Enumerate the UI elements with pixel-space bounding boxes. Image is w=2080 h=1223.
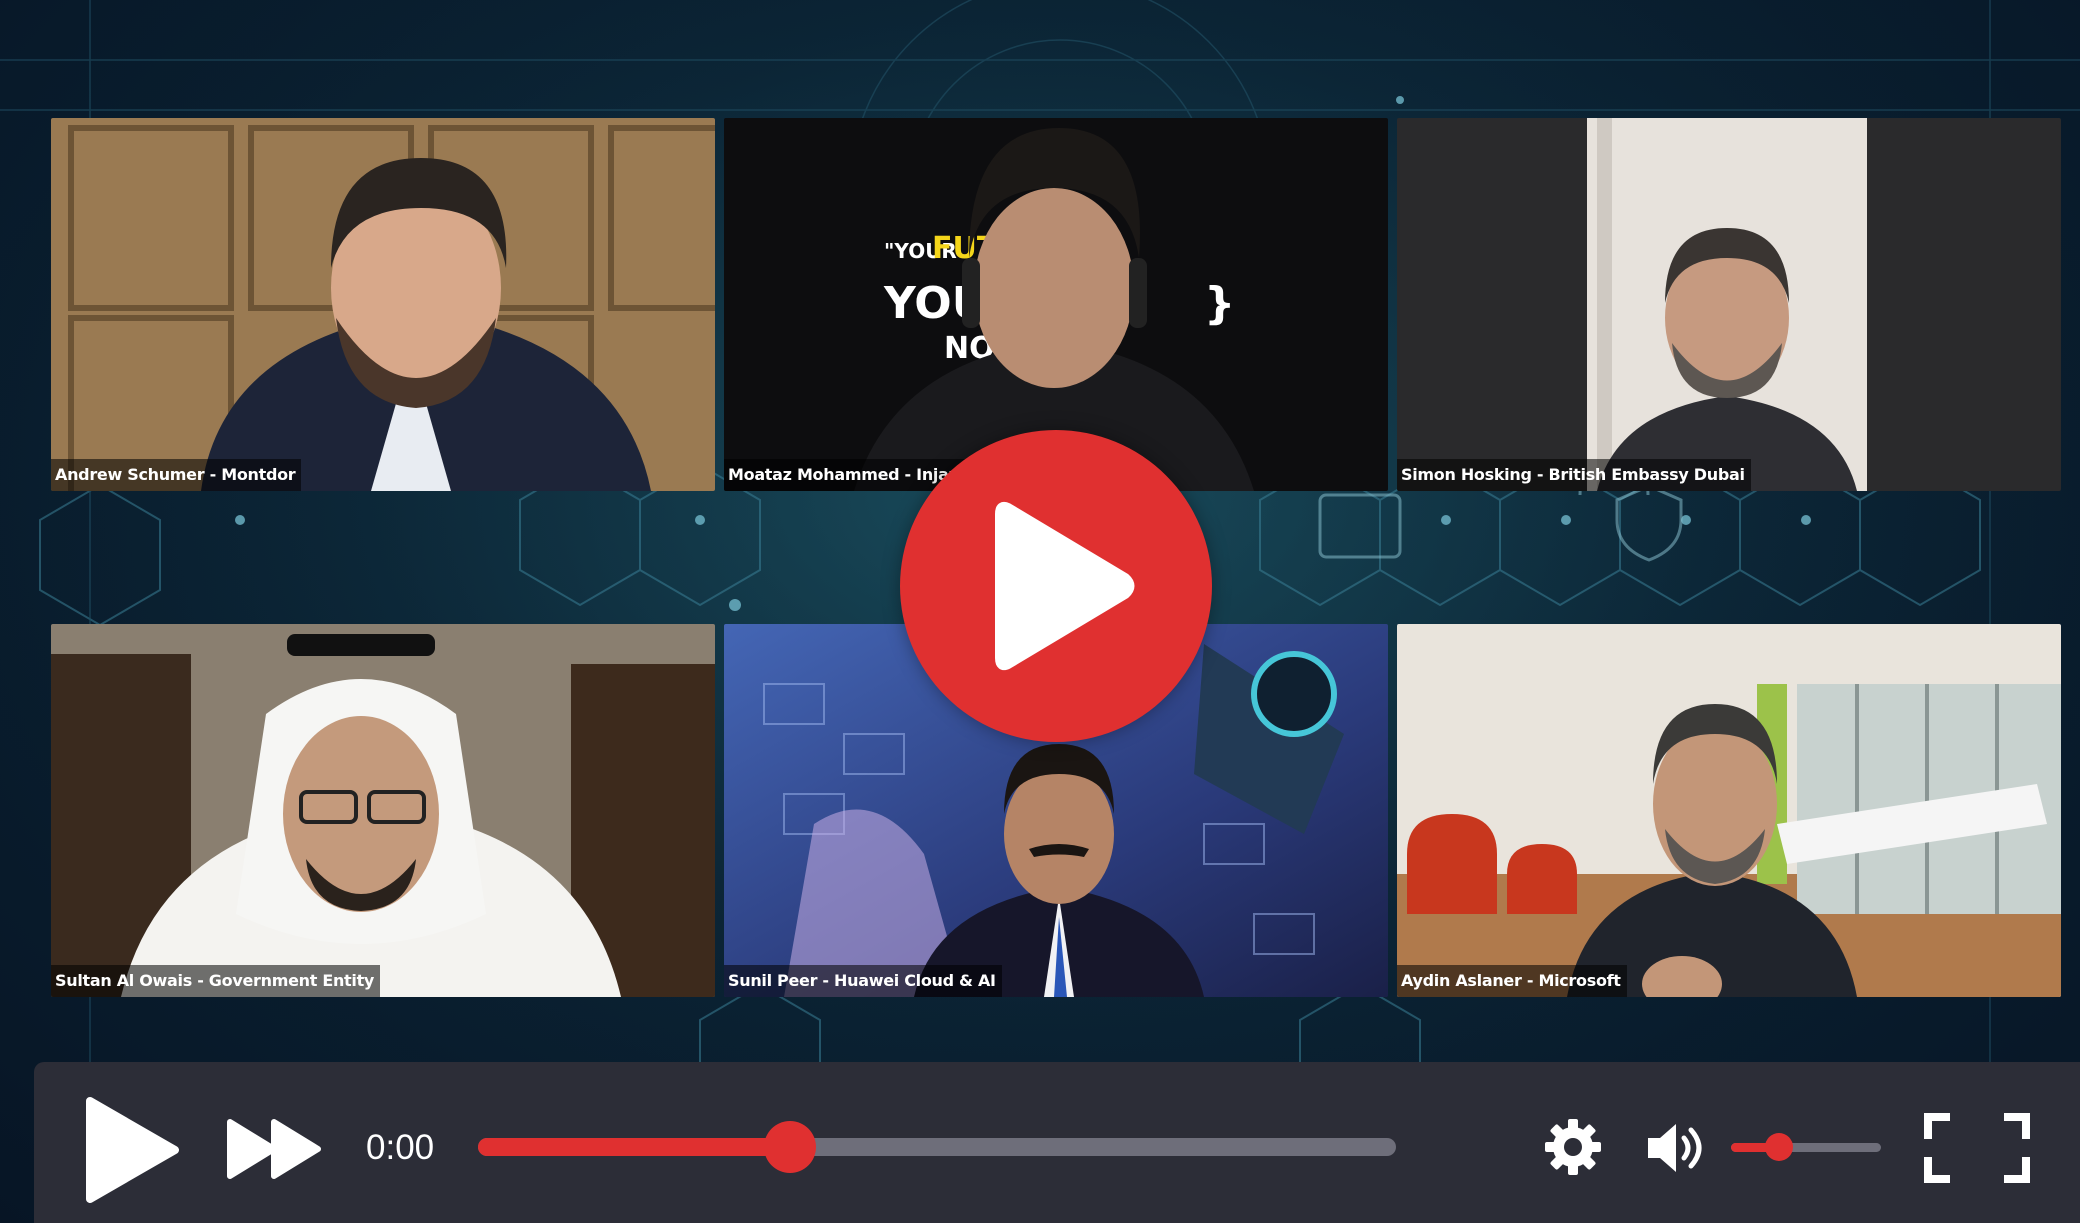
- participant-name-tag: Sultan Al Owais - Government Entity: [51, 965, 381, 997]
- big-play-icon: [995, 501, 1135, 671]
- participant-video: [51, 118, 715, 491]
- participant-name-tag: Aydin Aslaner - Microsoft: [1397, 965, 1627, 997]
- participant-video: [1397, 624, 2061, 997]
- svg-text:}: }: [1204, 278, 1235, 329]
- volume-handle[interactable]: [1765, 1133, 1793, 1161]
- volume-slider[interactable]: [1731, 1133, 1881, 1161]
- fast-forward-icon[interactable]: [226, 1118, 324, 1180]
- participant-video: [1397, 118, 2061, 491]
- video-tile-sultan[interactable]: Sultan Al Owais - Government Entity: [51, 624, 715, 997]
- participant-name-tag: Andrew Schumer - Montdor: [51, 459, 302, 491]
- video-tile-aydin[interactable]: Aydin Aslaner - Microsoft: [1397, 624, 2061, 997]
- fullscreen-icon[interactable]: [1924, 1113, 2030, 1183]
- participant-name-tag: Sunil Peer - Huawei Cloud & AI: [724, 965, 1002, 997]
- settings-icon[interactable]: [1543, 1117, 1603, 1177]
- big-play-button[interactable]: [900, 430, 1212, 742]
- volume-icon[interactable]: [1646, 1120, 1708, 1176]
- seek-progress: [478, 1138, 791, 1156]
- current-time: 0:00: [366, 1128, 435, 1167]
- video-tile-andrew[interactable]: Andrew Schumer - Montdor: [51, 118, 715, 491]
- participant-video: [51, 624, 715, 997]
- participant-name-tag: Simon Hosking - British Embassy Dubai: [1397, 459, 1751, 491]
- seek-handle[interactable]: [764, 1121, 817, 1173]
- video-player: Andrew Schumer - Montdor "YOUR FUTU YOU …: [0, 0, 2080, 1223]
- video-tile-simon[interactable]: Simon Hosking - British Embassy Dubai: [1397, 118, 2061, 491]
- seek-bar[interactable]: [478, 1121, 1396, 1173]
- play-icon[interactable]: [80, 1095, 182, 1205]
